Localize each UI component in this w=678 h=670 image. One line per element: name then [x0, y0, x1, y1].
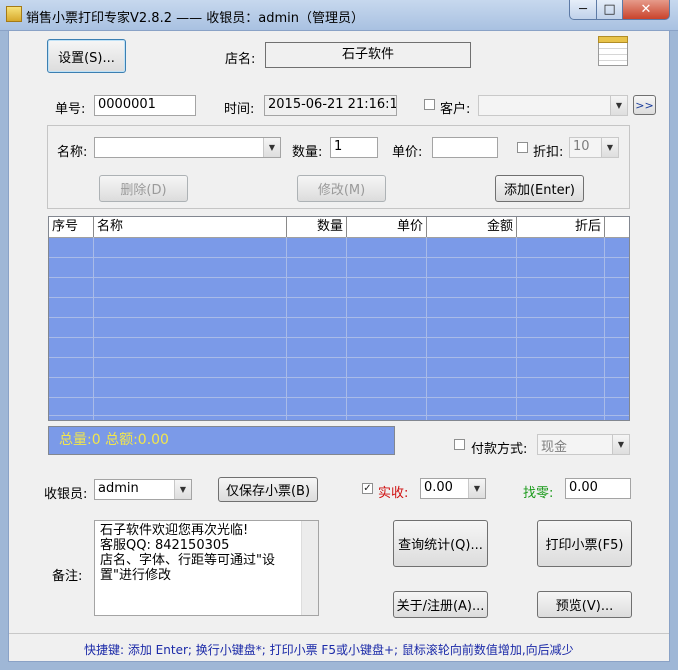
payment-label: 付款方式: — [471, 442, 528, 457]
paid-label: 实收: — [378, 486, 409, 501]
store-label: 店名: — [225, 52, 256, 67]
maximize-button[interactable]: □ — [596, 0, 623, 20]
column-header[interactable]: 数量 — [287, 217, 347, 237]
grid-line — [49, 377, 629, 378]
preview-button[interactable]: 预览(V)... — [537, 591, 632, 618]
print-receipt-button[interactable]: 打印小票(F5) — [537, 520, 632, 567]
more-customer-button[interactable]: >> — [633, 95, 656, 115]
payment-dropdown[interactable]: 现金 ▼ — [537, 434, 630, 455]
calendar-icon[interactable] — [598, 36, 628, 66]
grid-line — [604, 237, 605, 420]
close-button[interactable]: ✕ — [622, 0, 670, 20]
time-label: 时间: — [224, 102, 255, 117]
column-header[interactable]: 名称 — [94, 217, 287, 237]
grid-line — [286, 237, 287, 420]
payment-value: 现金 — [541, 440, 568, 455]
customer-dropdown[interactable]: ▼ — [478, 95, 628, 116]
time-field: 2015-06-21 21:16:14 — [264, 95, 397, 116]
payment-checkbox[interactable] — [454, 439, 465, 450]
grid-line — [516, 237, 517, 420]
grid-line — [426, 237, 427, 420]
shortcut-hint: 快捷键: 添加 Enter; 换行小键盘*; 打印小票 F5或小键盘+; 鼠标滚… — [84, 643, 574, 657]
column-header[interactable]: 单价 — [347, 217, 427, 237]
grid-line — [346, 237, 347, 420]
grid-line — [49, 297, 629, 298]
about-register-button[interactable]: 关于/注册(A)... — [393, 591, 488, 618]
price-input[interactable] — [432, 137, 498, 158]
item-name-label: 名称: — [57, 145, 88, 160]
paid-checkbox[interactable]: ✓ — [362, 483, 373, 494]
column-header[interactable]: 折后 — [517, 217, 605, 237]
discount-checkbox[interactable] — [517, 142, 528, 153]
change-label: 找零: — [523, 486, 554, 501]
order-number-label: 单号: — [55, 102, 86, 117]
discount-value: 10 — [573, 139, 590, 154]
grid-line — [93, 237, 94, 420]
column-header[interactable]: 金额 — [427, 217, 517, 237]
save-only-button[interactable]: 仅保存小票(B) — [218, 477, 318, 502]
grid-line — [49, 337, 629, 338]
discount-dropdown[interactable]: 10 ▼ — [569, 137, 619, 158]
grid-line — [49, 277, 629, 278]
customer-label: 客户: — [440, 102, 471, 117]
notes-textarea[interactable]: 石子软件欢迎您再次光临! 客服QQ: 842150305 店名、字体、行距等可通… — [94, 520, 319, 616]
chevron-down-icon: ▼ — [174, 480, 191, 499]
chevron-down-icon: ▼ — [612, 435, 629, 454]
grid-line — [49, 257, 629, 258]
discount-label: 折扣: — [533, 145, 564, 160]
delete-button[interactable]: 删除(D) — [99, 175, 188, 202]
grid-line — [49, 397, 629, 398]
customer-checkbox[interactable] — [424, 99, 435, 110]
quantity-label: 数量: — [292, 145, 323, 160]
chevron-down-icon: ▼ — [468, 479, 485, 498]
grid-line — [49, 357, 629, 358]
modify-button[interactable]: 修改(M) — [297, 175, 386, 202]
window-title: 销售小票打印专家V2.8.2 —— 收银员：admin（管理员） — [26, 11, 364, 26]
cashier-label: 收银员: — [44, 487, 88, 502]
add-button[interactable]: 添加(Enter) — [495, 175, 584, 202]
paid-value: 0.00 — [424, 480, 453, 495]
chevron-down-icon: ▼ — [263, 138, 280, 157]
order-number-input[interactable]: 0000001 — [94, 95, 196, 116]
price-label: 单价: — [392, 145, 423, 160]
quantity-input[interactable]: 1 — [330, 137, 378, 158]
notes-label: 备注: — [52, 569, 83, 584]
app-icon — [6, 6, 22, 22]
notes-scrollbar[interactable] — [301, 521, 318, 615]
paid-dropdown[interactable]: 0.00 ▼ — [420, 478, 486, 499]
cashier-dropdown[interactable]: admin ▼ — [94, 479, 192, 500]
item-name-dropdown[interactable]: ▼ — [94, 137, 281, 158]
store-name-field[interactable]: 石子软件 — [265, 42, 471, 68]
query-stats-button[interactable]: 查询统计(Q)... — [393, 520, 488, 567]
settings-button[interactable]: 设置(S)... — [47, 39, 126, 73]
items-table[interactable]: 序号 名称 数量 单价 金额 折后 — [48, 216, 630, 421]
chevron-down-icon: ▼ — [601, 138, 618, 157]
grid-line — [49, 415, 629, 416]
notes-text: 石子软件欢迎您再次光临! 客服QQ: 842150305 店名、字体、行距等可通… — [100, 523, 275, 583]
column-header-filler — [605, 217, 629, 237]
grid-line — [49, 317, 629, 318]
change-field[interactable]: 0.00 — [565, 478, 631, 499]
totals-display: 总量:0 总额:0.00 — [48, 426, 395, 455]
cashier-value: admin — [98, 481, 139, 496]
table-header: 序号 名称 数量 单价 金额 折后 — [49, 217, 629, 238]
chevron-down-icon: ▼ — [610, 96, 627, 115]
column-header[interactable]: 序号 — [49, 217, 94, 237]
minimize-button[interactable]: ─ — [569, 0, 597, 20]
